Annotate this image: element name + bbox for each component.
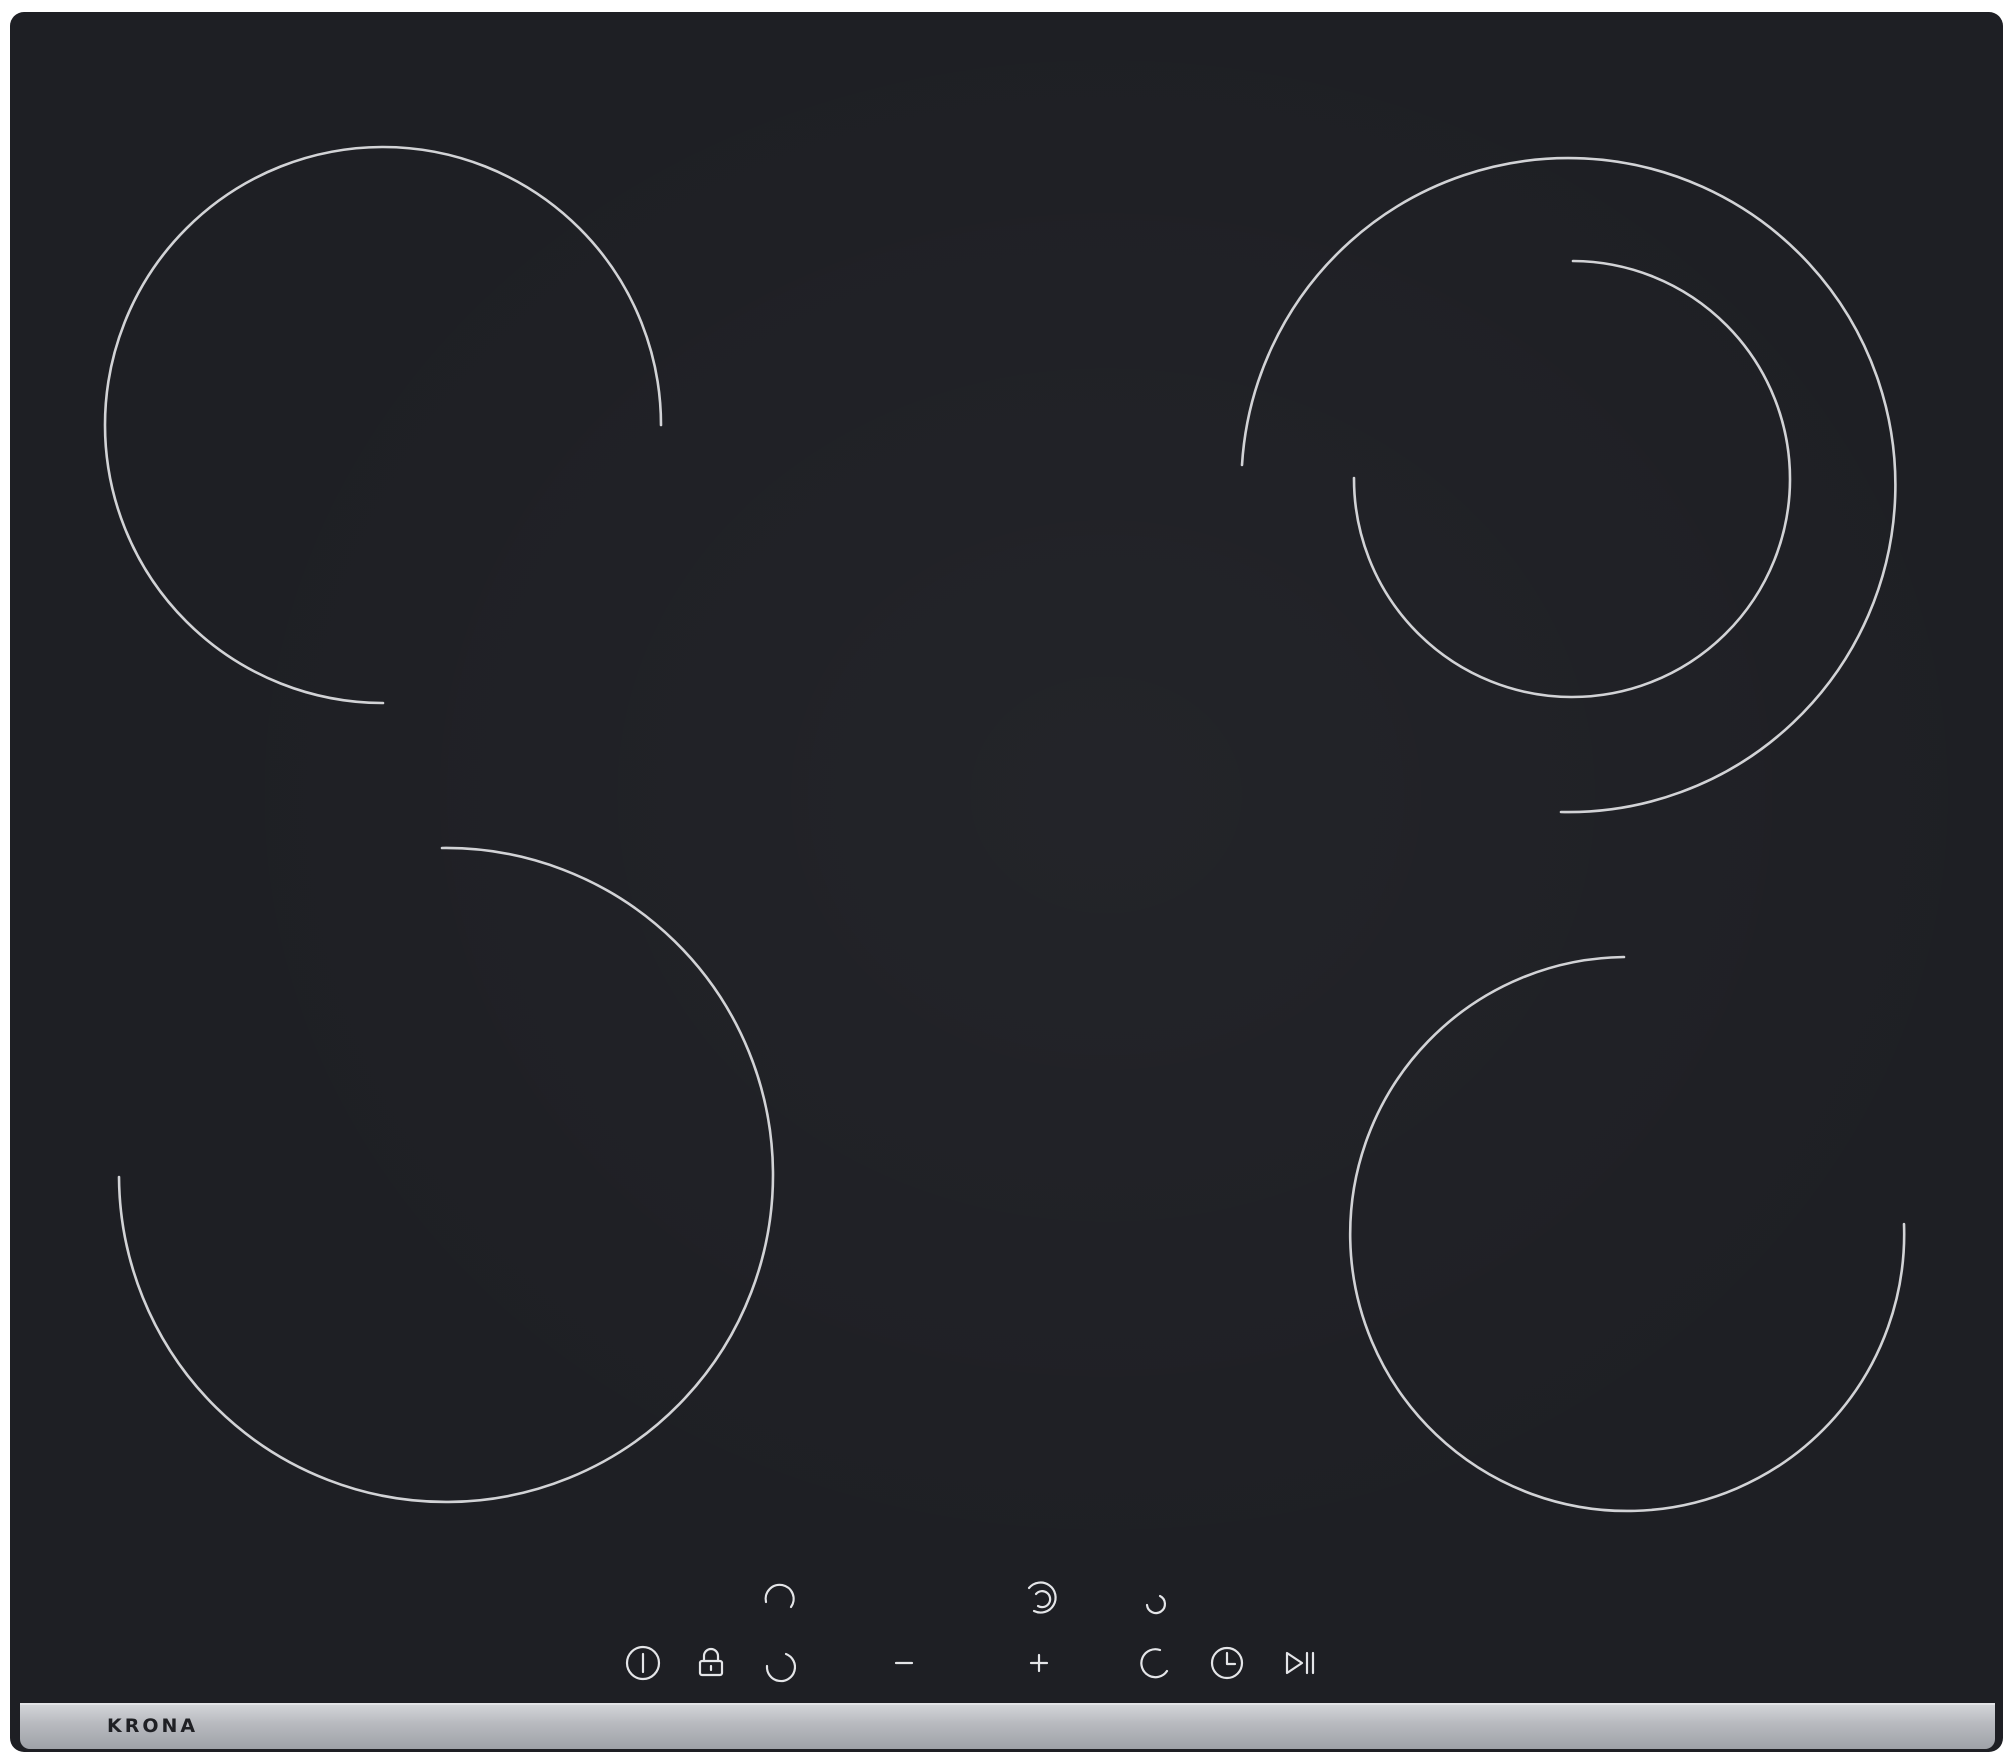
timer-button[interactable] — [1205, 1641, 1249, 1685]
stainless-front-trim — [20, 1703, 1995, 1749]
child-lock-button[interactable] — [689, 1641, 733, 1685]
clock-icon — [1210, 1646, 1244, 1680]
power-icon — [625, 1645, 661, 1681]
cooking-zone-rear-right-inner — [1352, 259, 1792, 699]
front-right-zone-selector[interactable] — [1133, 1641, 1177, 1685]
front-left-zone-selector[interactable] — [757, 1641, 801, 1685]
minus-button[interactable] — [882, 1641, 926, 1685]
cooking-zone-front-right — [1348, 955, 1906, 1513]
play-pause-icon — [1285, 1651, 1315, 1675]
cooktop-image: KRONA — [0, 0, 2012, 1764]
brand-logo: KRONA — [107, 1715, 199, 1737]
minus-icon — [894, 1661, 914, 1665]
plus-icon — [1029, 1653, 1049, 1673]
zone-selector-icon — [765, 1652, 796, 1683]
lock-icon — [698, 1647, 724, 1677]
rear-left-zone-indicator-icon — [757, 1576, 801, 1620]
rear-right-zone-indicator-icon — [1133, 1578, 1177, 1622]
cooking-zone-front-left — [117, 846, 775, 1504]
cooking-zone-rear-right-outer — [1240, 156, 1897, 814]
cooking-zone-rear-left — [103, 145, 663, 705]
power-button[interactable] — [621, 1641, 665, 1685]
plus-button[interactable] — [1017, 1641, 1061, 1685]
cooking-zones — [103, 145, 1906, 1513]
pause-button[interactable] — [1278, 1641, 1322, 1685]
zone-selector-icon — [1140, 1648, 1169, 1679]
dual-zone-indicator-icon — [1019, 1576, 1063, 1620]
